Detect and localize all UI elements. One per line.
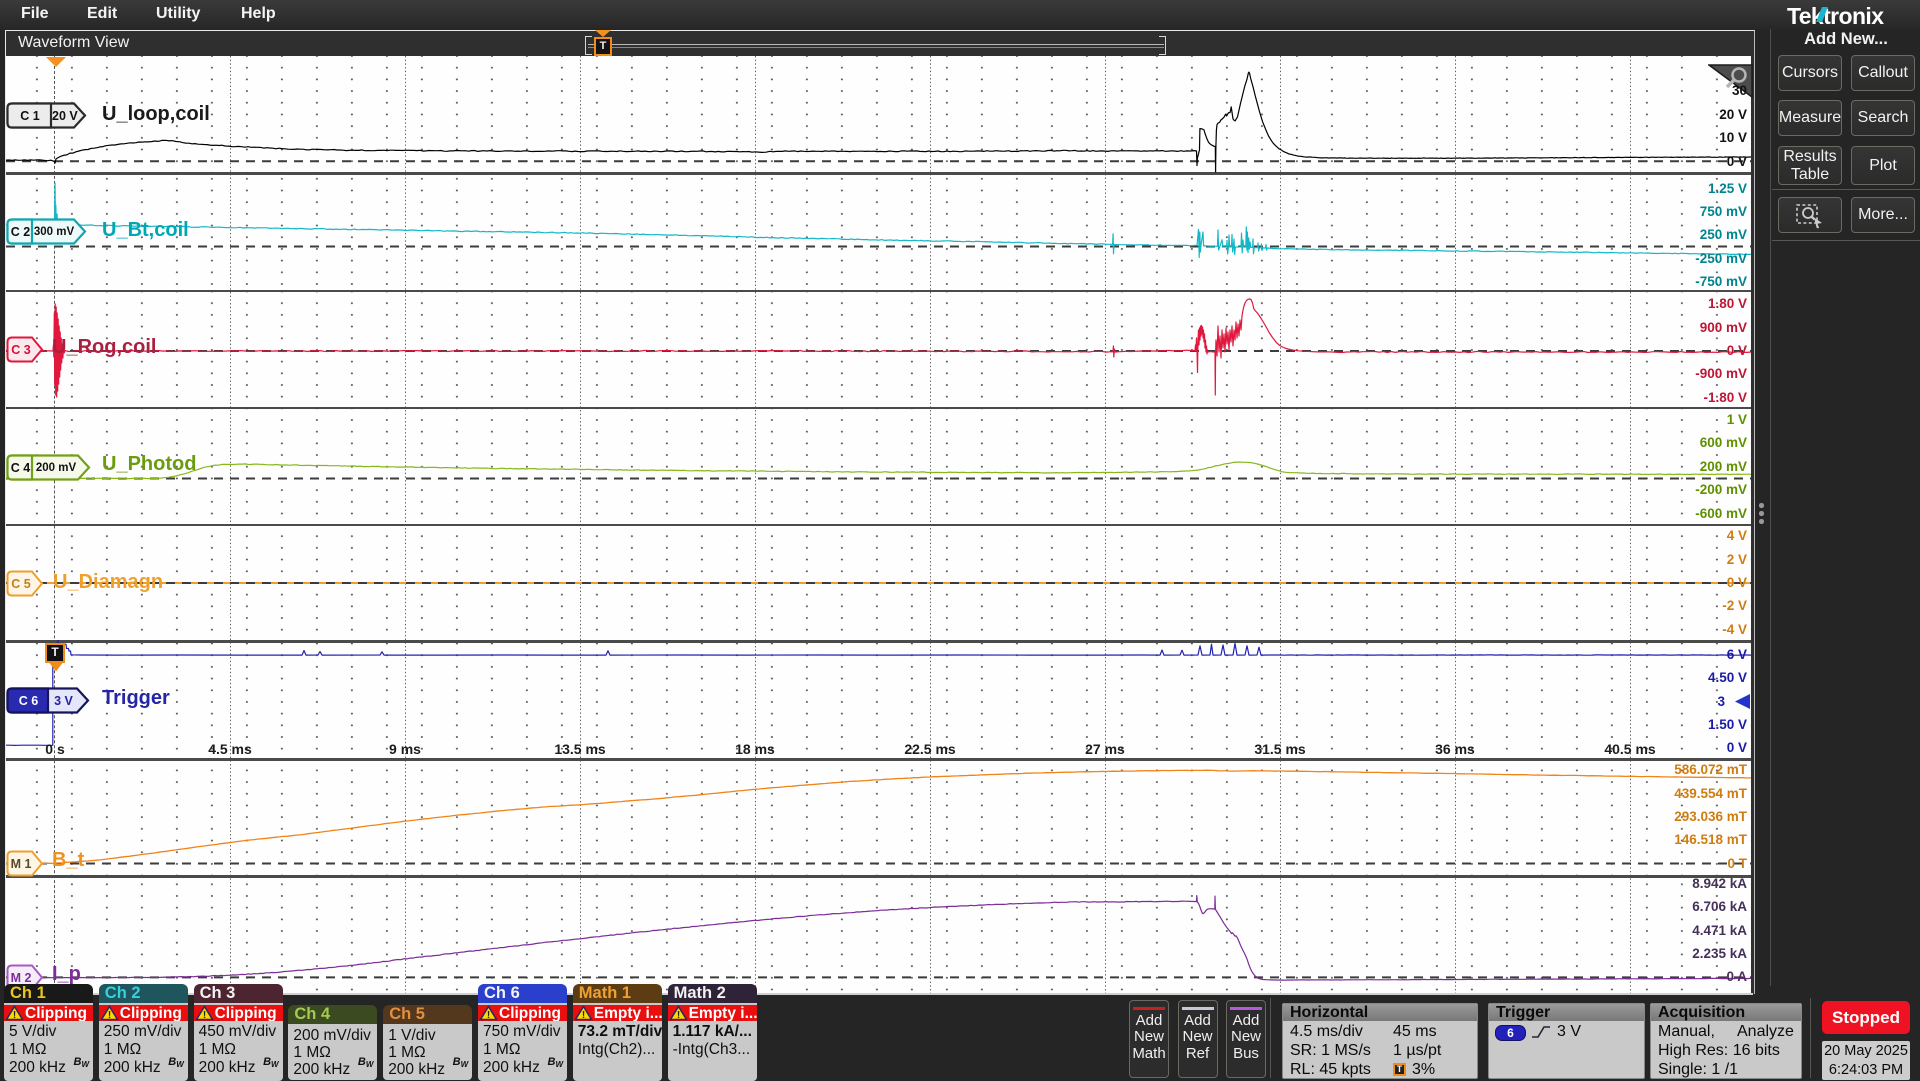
svg-text:!: ! [582, 1010, 585, 1021]
svg-text:!: ! [676, 1010, 679, 1021]
svg-text:!: ! [487, 1010, 490, 1021]
svg-text:!: ! [108, 1010, 111, 1021]
svg-text:!: ! [13, 1010, 16, 1021]
svg-text:!: ! [202, 1010, 205, 1021]
